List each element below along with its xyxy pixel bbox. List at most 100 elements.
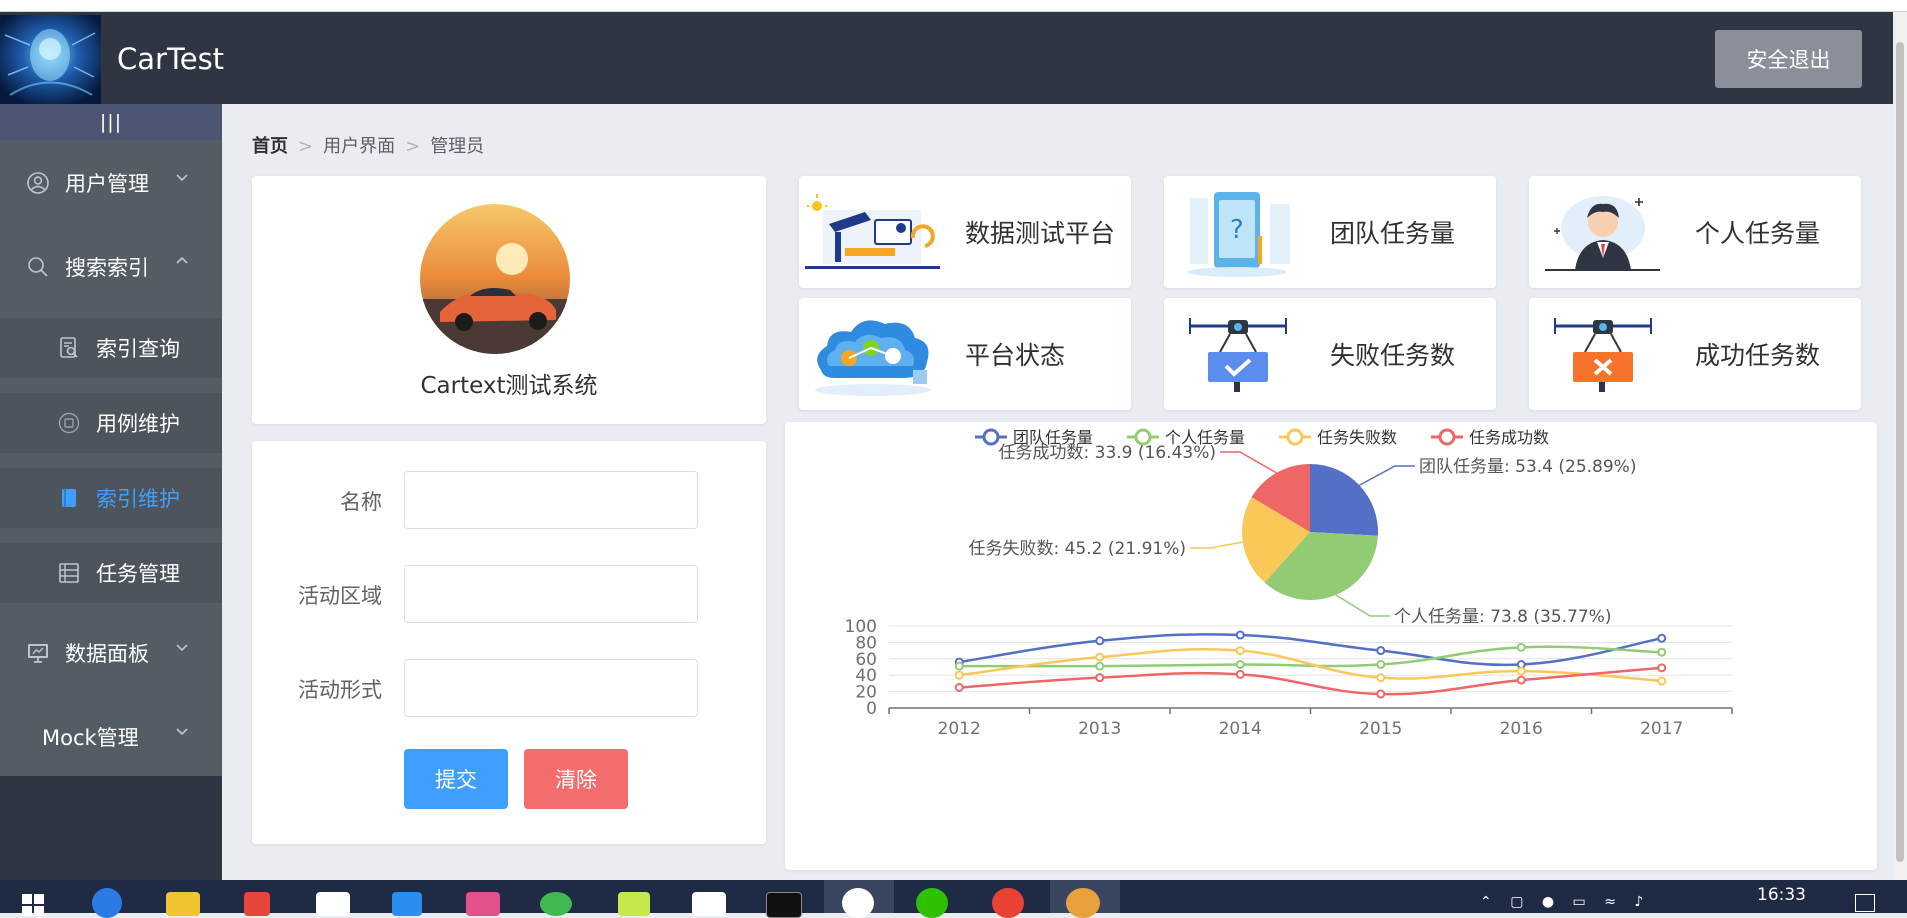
series-point[interactable] [1657, 633, 1667, 643]
main-content: 首页 > 用户界面 > 管理员 Cartext测试系统 名称 活动区域 活动形式… [222, 104, 1896, 880]
series-point[interactable] [954, 670, 964, 680]
stat-label: 平台状态 [965, 341, 1066, 370]
profile-name: Cartext测试系统 [420, 373, 598, 399]
sidebar-item-search-index[interactable]: 搜索索引 [0, 236, 222, 296]
stat-card-test-platform[interactable]: 数据测试平台 [799, 176, 1131, 288]
series-point[interactable] [1516, 675, 1526, 685]
tray-volume-icon[interactable]: ♪ [1634, 894, 1643, 910]
tray-keyboard-icon[interactable]: ▭ [1573, 894, 1586, 910]
series-point[interactable] [1376, 646, 1386, 656]
book-icon [62, 489, 76, 507]
sidebar: ||| 用户管理 搜索索引 索引查询 用例维护 索引维护 任务管理 数据面板 M… [0, 104, 222, 776]
series-point[interactable] [1657, 647, 1667, 657]
edge-browser-icon[interactable] [92, 888, 122, 918]
stat-label: 个人任务量 [1695, 219, 1821, 248]
store-icon[interactable] [244, 892, 270, 916]
legend-marker [1286, 428, 1304, 446]
series-point[interactable] [1095, 661, 1105, 671]
mail-icon[interactable] [316, 892, 350, 916]
clear-button[interactable]: 清除 [524, 749, 628, 809]
series-point[interactable] [1095, 673, 1105, 683]
submit-button[interactable]: 提交 [404, 749, 508, 809]
sidebar-subitem-label: 索引查询 [96, 337, 180, 361]
sidebar-item-label: Mock管理 [42, 726, 139, 750]
chrome-icon[interactable] [992, 888, 1024, 918]
notification-icon[interactable] [1855, 894, 1875, 912]
legend-marker [982, 428, 1000, 446]
series-point[interactable] [1376, 673, 1386, 683]
sidebar-subitem-index-maintenance[interactable]: 索引维护 [0, 468, 222, 528]
stat-card-platform-status[interactable]: 平台状态 [799, 298, 1131, 410]
legend-item[interactable]: 任务成功数 [1431, 428, 1549, 447]
terminal-icon[interactable] [766, 892, 802, 918]
series-point[interactable] [1657, 663, 1667, 673]
7zip-icon[interactable] [692, 892, 726, 916]
stat-card-failed-tasks[interactable]: 失败任务数 [1164, 298, 1496, 410]
series-point[interactable] [1516, 666, 1526, 676]
pie-slice-label: 团队任务量: 53.4 (25.89%) [1419, 457, 1636, 477]
series-point[interactable] [1095, 652, 1105, 662]
stat-card-team-tasks[interactable]: ? 团队任务量 [1164, 176, 1496, 288]
chart-card: 团队任务量 个人任务量 任务失败数 任务成功数 团队任务量: 53.4 (25.89%… [785, 422, 1877, 870]
series-point[interactable] [1095, 636, 1105, 646]
pie-slice[interactable] [1310, 464, 1378, 536]
logout-button[interactable]: 安全退出 [1715, 30, 1862, 88]
stat-card-successful-tasks[interactable]: 成功任务数 [1529, 298, 1861, 410]
file-explorer-icon[interactable] [166, 892, 200, 916]
frog-app-icon[interactable] [540, 892, 572, 916]
pycharm-icon[interactable] [618, 892, 650, 916]
system-tray[interactable]: ⌃ ▢ ● ▭ ≈ ♪ [1480, 894, 1680, 912]
region-input[interactable] [404, 565, 698, 623]
format-input[interactable] [404, 659, 698, 717]
name-input[interactable] [404, 471, 698, 529]
series-point[interactable] [954, 683, 964, 692]
series-point[interactable] [1376, 689, 1386, 699]
page-scrollbar[interactable] [1893, 12, 1907, 880]
personal-tasks-illustration [1545, 196, 1660, 271]
legend-label: 任务成功数 [1469, 428, 1549, 447]
series-point[interactable] [1657, 676, 1667, 686]
chevron-down-icon [176, 728, 188, 736]
sidebar-item-mock-management[interactable]: Mock管理 [0, 706, 222, 766]
series-point[interactable] [1235, 630, 1245, 640]
sidebar-item-data-panel[interactable]: 数据面板 [0, 622, 222, 682]
x-tick-label: 2017 [1640, 719, 1683, 739]
x-tick-label: 2013 [1078, 719, 1121, 739]
pie-label-line [1335, 594, 1390, 617]
series-point[interactable] [1235, 660, 1245, 670]
chevron-down-icon [176, 174, 188, 182]
series-point[interactable] [1235, 669, 1245, 679]
sidebar-subitem-task-management[interactable]: 任务管理 [0, 543, 222, 603]
app-logo [0, 15, 101, 104]
breadcrumb-level1[interactable]: 用户界面 [323, 136, 395, 157]
avatar-app-icon[interactable] [1066, 888, 1100, 918]
intellij-icon[interactable] [466, 892, 500, 916]
circle-icon [58, 412, 80, 434]
tray-qq-icon[interactable]: ● [1542, 894, 1554, 910]
tray-wifi-icon[interactable]: ≈ [1604, 894, 1616, 910]
team-tasks-illustration: ? [1187, 192, 1290, 277]
tray-network-icon[interactable]: ▢ [1510, 894, 1523, 910]
successful-tasks-illustration [1554, 318, 1652, 392]
vscode-icon[interactable] [392, 892, 422, 916]
qq-icon[interactable] [842, 888, 874, 918]
series-point[interactable] [1376, 660, 1386, 670]
sidebar-subitem-index-query[interactable]: 索引查询 [0, 318, 222, 378]
series-point[interactable] [954, 661, 964, 671]
sidebar-item-user-management[interactable]: 用户管理 [0, 152, 222, 212]
breadcrumb-home[interactable]: 首页 [252, 136, 288, 157]
sidebar-subitem-case-maintenance[interactable]: 用例维护 [0, 393, 222, 453]
series-point[interactable] [1235, 646, 1245, 656]
taskbar-clock[interactable]: 16:33 [1757, 885, 1806, 905]
doc-search-icon [60, 337, 78, 358]
form-label-region: 活动区域 [298, 584, 382, 608]
stat-card-personal-tasks[interactable]: 个人任务量 [1529, 176, 1861, 288]
legend-item[interactable]: 任务失败数 [1279, 428, 1397, 447]
series-point[interactable] [1516, 642, 1526, 652]
tray-chevron-icon[interactable]: ⌃ [1480, 894, 1492, 910]
breadcrumb-separator: > [298, 136, 314, 157]
sidebar-collapse-toggle[interactable]: ||| [0, 104, 222, 140]
wechat-icon[interactable] [916, 888, 948, 918]
scrollbar-thumb[interactable] [1896, 42, 1904, 862]
sidebar-subitem-label: 索引维护 [96, 487, 180, 511]
